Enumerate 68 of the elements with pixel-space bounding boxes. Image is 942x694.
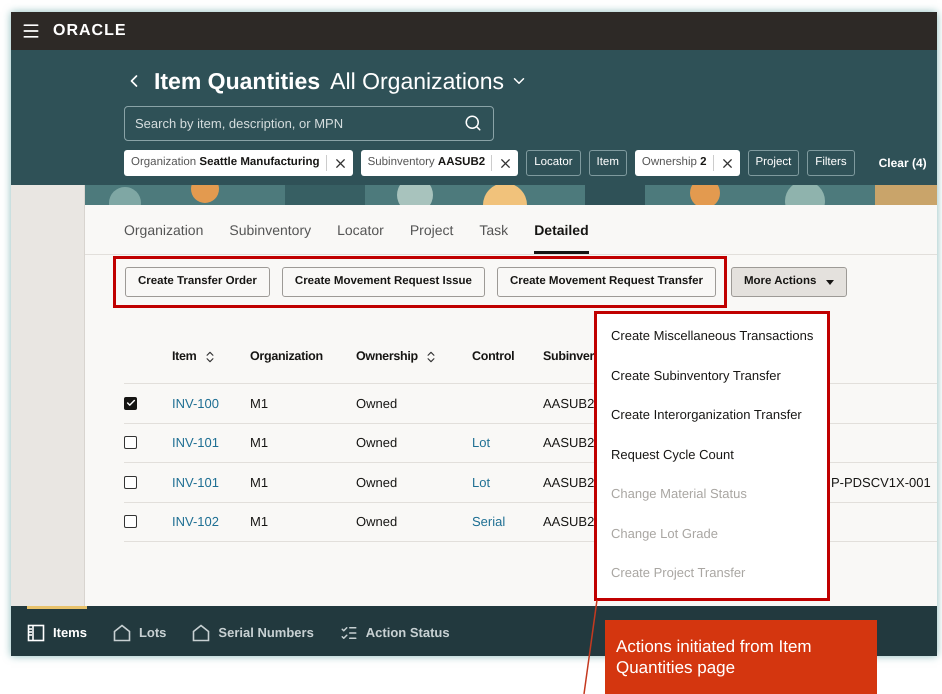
search-icon[interactable]	[464, 114, 482, 132]
item-link[interactable]: Lot	[472, 435, 490, 450]
column-header: Ownership	[356, 348, 418, 366]
item-link[interactable]: INV-100	[172, 396, 219, 410]
table-cell: Owned	[356, 474, 398, 490]
filter-label: Subinventory AASUB2	[368, 155, 486, 170]
filter-label: Ownership 2	[642, 155, 706, 170]
item-link[interactable]: INV-101	[172, 435, 219, 450]
menu-item[interactable]: Create Miscellaneous Transactions	[597, 316, 827, 356]
menu-item[interactable]: Request Cycle Count	[597, 434, 827, 474]
column-header: Subinver	[543, 348, 594, 366]
table-cell: M1	[250, 474, 268, 490]
checkbox[interactable]	[124, 396, 137, 410]
filter-button[interactable]: Project	[748, 150, 800, 176]
filter-chip[interactable]: Ownership 2	[634, 150, 740, 176]
caret-icon	[826, 280, 834, 284]
filter-label: Organization Seattle Manufacturing	[131, 155, 320, 170]
checkbox[interactable]	[124, 476, 137, 489]
tab[interactable]: Subinventory	[229, 220, 312, 254]
column-header: Item	[172, 348, 197, 366]
panel-icon	[27, 624, 45, 642]
column-header: Organization	[250, 348, 323, 366]
checkbox[interactable]	[124, 515, 137, 528]
item-link[interactable]: INV-102	[172, 514, 219, 529]
table-cell: AASUB2	[543, 435, 594, 450]
nav-item[interactable]: Items	[27, 606, 87, 656]
menu-item[interactable]: Create Subinventory Transfer	[597, 356, 827, 395]
nav-item[interactable]: Serial Numbers	[192, 606, 314, 656]
tab[interactable]: Organization	[124, 220, 204, 254]
item-link[interactable]: Serial	[472, 514, 506, 529]
action-button[interactable]: Create Movement Request Transfer	[496, 267, 716, 297]
callout-box: Actions initiated from Item Quantities page	[605, 620, 877, 694]
filter-button[interactable]: Item	[588, 150, 627, 176]
table-cell: AASUB2	[543, 474, 594, 490]
filter-button[interactable]: Locator	[526, 150, 581, 176]
filter-chip[interactable]: Subinventory AASUB2	[360, 150, 518, 176]
clear-button[interactable]: Clear (4)	[878, 154, 927, 172]
filter-chip[interactable]: Organization Seattle Manufacturing	[124, 150, 353, 176]
table-cell: Owned	[356, 514, 398, 529]
page-title: Item Quantities	[154, 66, 320, 96]
logo: ORACLE	[53, 21, 127, 41]
table-cell: M1	[250, 514, 268, 529]
item-link[interactable]: INV-101	[172, 474, 219, 490]
table-cell: AASUB2	[543, 396, 594, 410]
filter-button[interactable]: Filters	[807, 150, 855, 176]
table-cell: AASUB2	[543, 514, 594, 529]
table-cell: M1	[250, 396, 268, 410]
pentagon-icon	[112, 624, 131, 642]
pentagon-icon	[192, 624, 210, 642]
column-header: Control	[472, 348, 514, 366]
checkbox[interactable]	[124, 436, 137, 450]
nav-item[interactable]: Action Status	[340, 606, 450, 656]
item-link[interactable]: Lot	[472, 474, 490, 490]
tab[interactable]: Task	[479, 220, 508, 254]
menu-item[interactable]: Create Interorganization Transfer	[597, 395, 827, 434]
table-cell: M1	[250, 435, 268, 450]
table-cell: Owned	[356, 435, 398, 450]
more-actions-button[interactable]: More Actions	[730, 267, 848, 297]
tab[interactable]: Detailed	[534, 220, 589, 254]
page-subtitle[interactable]: All Organizations	[330, 64, 504, 98]
action-button[interactable]: Create Transfer Order	[125, 267, 270, 297]
table-cell: Owned	[356, 396, 398, 410]
search-field[interactable]: Search by item, description, or MPN	[124, 106, 494, 141]
action-button[interactable]: Create Movement Request Issue	[282, 267, 485, 297]
nav-item[interactable]: Lots	[112, 606, 166, 656]
tab[interactable]: Locator	[337, 220, 384, 254]
tab[interactable]: Project	[410, 220, 454, 254]
table-cell-text: P-PDSCV1X-001	[831, 474, 931, 492]
